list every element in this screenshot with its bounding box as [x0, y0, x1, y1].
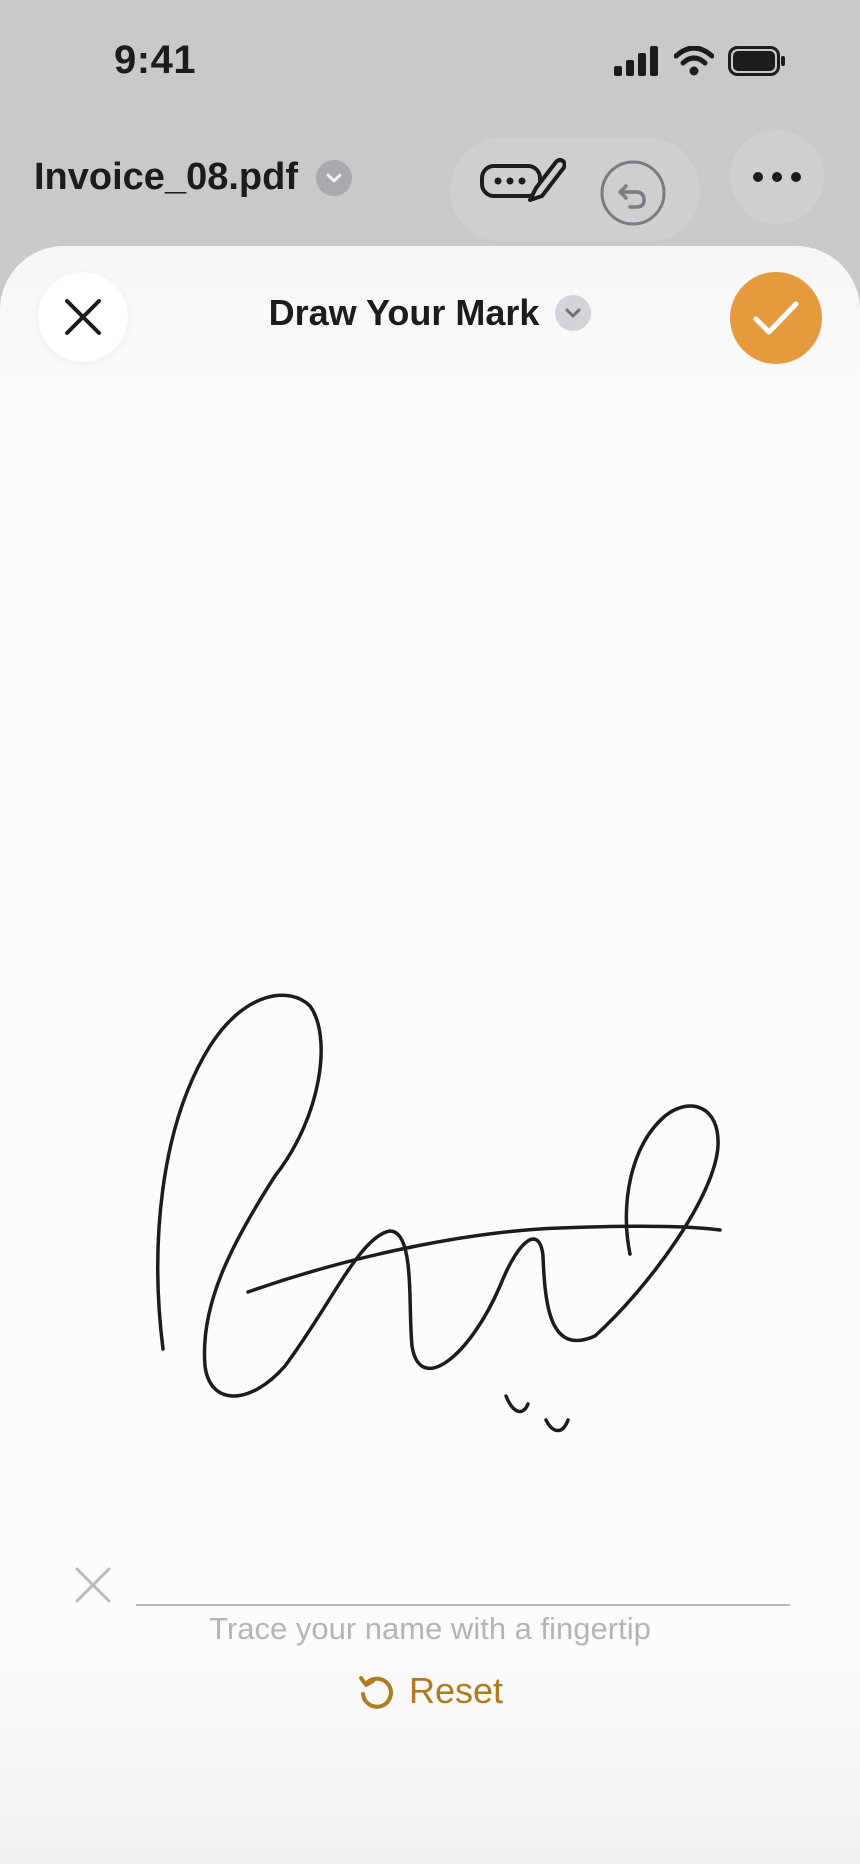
reset-label: Reset	[408, 1670, 504, 1711]
chevron-down-icon[interactable]	[315, 159, 352, 196]
signature-hint: Trace your name with a fingertip	[209, 1611, 651, 1646]
cellular-signal-icon	[614, 46, 658, 76]
document-title-menu[interactable]: Invoice_08.pdf	[34, 156, 352, 199]
reset-button[interactable]: Reset	[0, 1670, 860, 1712]
reset-icon	[358, 1676, 393, 1709]
status-time: 9:41	[114, 38, 197, 82]
clear-x-icon[interactable]	[74, 1566, 112, 1604]
more-options-button[interactable]	[730, 130, 824, 224]
annotation-tools	[450, 138, 700, 242]
more-icon	[753, 172, 801, 182]
document-toolbar: Invoice_08.pdf	[0, 120, 860, 242]
battery-icon	[728, 46, 785, 76]
wifi-icon	[674, 46, 714, 76]
document-filename: Invoice_08.pdf	[34, 156, 298, 198]
undo-icon[interactable]	[600, 160, 666, 231]
status-bar: 9:41	[0, 0, 860, 120]
signature-tool-icon[interactable]	[480, 156, 567, 211]
signature-baseline	[136, 1604, 790, 1606]
signature-sheet: Draw Your Mark Trace your name with a fi…	[0, 246, 860, 1864]
status-icons	[614, 46, 786, 76]
